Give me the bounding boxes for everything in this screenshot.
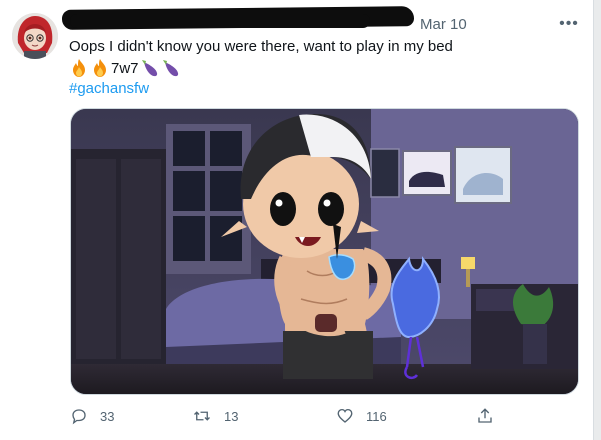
tweet-card[interactable]: Mar 10 ••• Oops I didn't know you were t… (0, 0, 594, 440)
retweet-count: 13 (224, 408, 239, 424)
reply-button[interactable]: 33 (70, 402, 114, 430)
more-options-icon[interactable]: ••• (555, 14, 583, 34)
reply-icon (72, 409, 86, 425)
tweet-actions: 33 13 116 (70, 402, 492, 430)
share-button[interactable] (476, 402, 494, 430)
tweet-text-middle: 7w7 (111, 59, 139, 77)
tweet-text: Oops I didn't know you were there, want … (69, 38, 453, 55)
like-count: 116 (366, 408, 387, 424)
eggplant-icon (162, 60, 178, 77)
eggplant-icon (141, 60, 157, 77)
like-button[interactable]: 116 (336, 402, 387, 430)
reply-count: 33 (100, 408, 115, 424)
retweet-icon (194, 411, 210, 421)
more-options-label: ••• (559, 15, 579, 32)
retweet-button[interactable]: 13 (192, 402, 238, 430)
share-icon (478, 408, 492, 423)
tweet-media-image[interactable] (70, 108, 579, 395)
fire-icon (94, 59, 106, 77)
tweet-date[interactable]: Mar 10 (420, 16, 467, 33)
tweet-emoji-line: 7w7 (69, 58, 181, 78)
redacted-author-handle (70, 14, 370, 28)
heart-icon (337, 408, 353, 423)
hashtag-link[interactable]: #gachansfw (69, 80, 149, 97)
fire-icon (73, 59, 85, 77)
avatar[interactable] (12, 13, 58, 59)
